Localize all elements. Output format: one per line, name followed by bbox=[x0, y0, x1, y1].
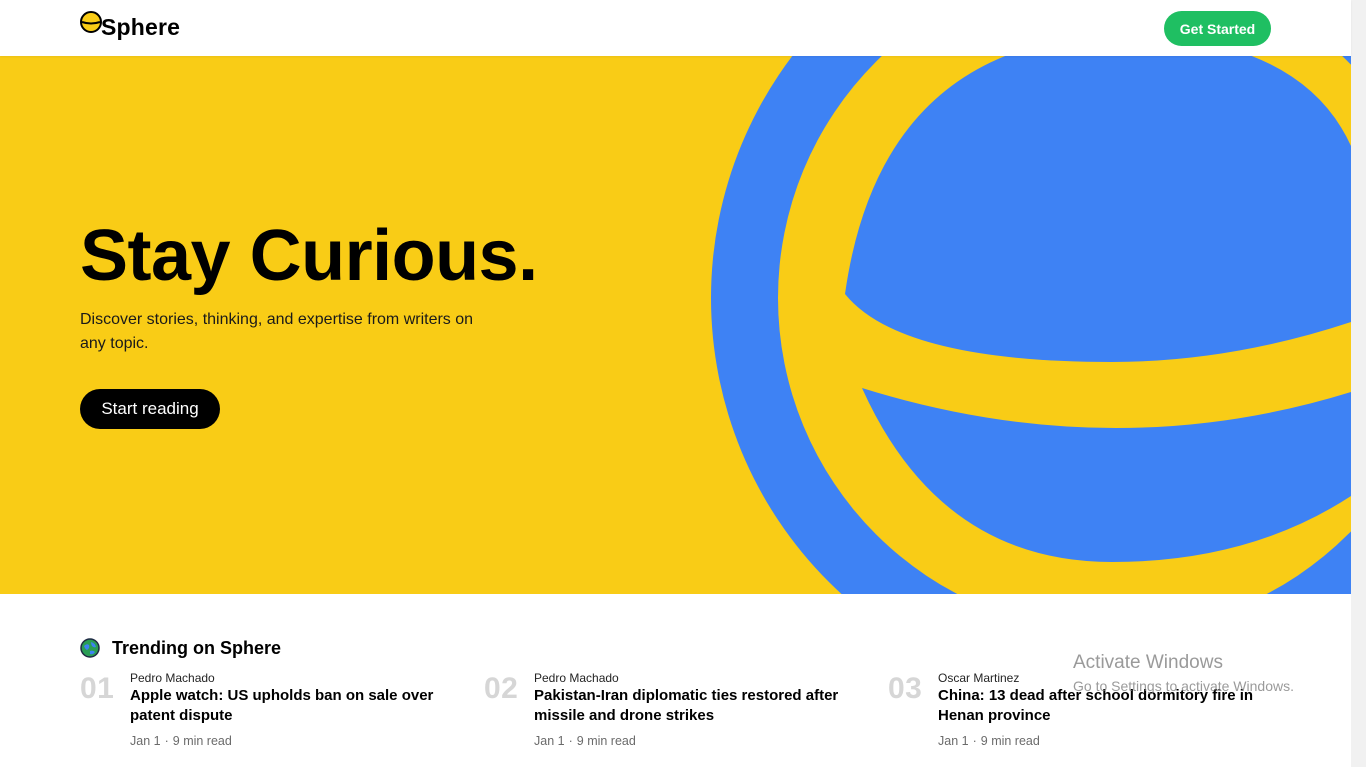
page: Sphere Get Started Stay Curious. Discove… bbox=[0, 0, 1366, 767]
trending-item[interactable]: 02 Pedro Machado Pakistan-Iran diplomati… bbox=[484, 670, 884, 760]
sphere-logo-icon bbox=[80, 11, 102, 33]
meta-separator: · bbox=[568, 734, 573, 748]
article-date: Jan 1 bbox=[938, 734, 969, 748]
brand-name: Sphere bbox=[101, 13, 181, 40]
trending-number: 03 bbox=[888, 672, 923, 705]
read-time: 9 min read bbox=[576, 734, 636, 748]
hero-subtitle: Discover stories, thinking, and expertis… bbox=[80, 311, 474, 352]
article-meta: Jan 1 · 9 min read bbox=[534, 734, 636, 748]
top-navbar: Sphere Get Started bbox=[0, 0, 1351, 56]
article-date: Jan 1 bbox=[130, 734, 161, 748]
author-name[interactable]: Pedro Machado bbox=[130, 671, 215, 685]
article-meta: Jan 1 · 9 min read bbox=[130, 734, 232, 748]
globe-icon bbox=[80, 638, 100, 658]
trending-item[interactable]: 01 Pedro Machado Apple watch: US upholds… bbox=[80, 670, 480, 760]
read-time: 9 min read bbox=[172, 734, 232, 748]
brand-logo-link[interactable]: Sphere bbox=[80, 10, 180, 44]
read-time: 9 min read bbox=[980, 734, 1040, 748]
trending-item[interactable]: 03 Oscar Martinez China: 13 dead after s… bbox=[888, 670, 1288, 760]
article-title[interactable]: Apple watch: US upholds ban on sale over… bbox=[130, 686, 470, 726]
author-name[interactable]: Oscar Martinez bbox=[938, 671, 1019, 685]
trending-title: Trending on Sphere bbox=[112, 637, 282, 658]
hero-title: Stay Curious. bbox=[80, 216, 538, 296]
hero-section: Stay Curious. Discover stories, thinking… bbox=[0, 56, 1351, 594]
trending-number: 02 bbox=[484, 672, 519, 705]
author-name[interactable]: Pedro Machado bbox=[534, 671, 619, 685]
page-scrollbar[interactable] bbox=[1351, 0, 1366, 767]
meta-separator: · bbox=[164, 734, 169, 748]
trending-header: Trending on Sphere bbox=[80, 637, 281, 659]
article-date: Jan 1 bbox=[534, 734, 565, 748]
article-meta: Jan 1 · 9 min read bbox=[938, 734, 1040, 748]
trending-number: 01 bbox=[80, 672, 115, 705]
article-title[interactable]: China: 13 dead after school dormitory fi… bbox=[938, 686, 1278, 726]
start-reading-button[interactable]: Start reading bbox=[80, 389, 220, 429]
meta-separator: · bbox=[972, 734, 977, 748]
get-started-button[interactable]: Get Started bbox=[1164, 11, 1271, 46]
article-title[interactable]: Pakistan-Iran diplomatic ties restored a… bbox=[534, 686, 874, 726]
